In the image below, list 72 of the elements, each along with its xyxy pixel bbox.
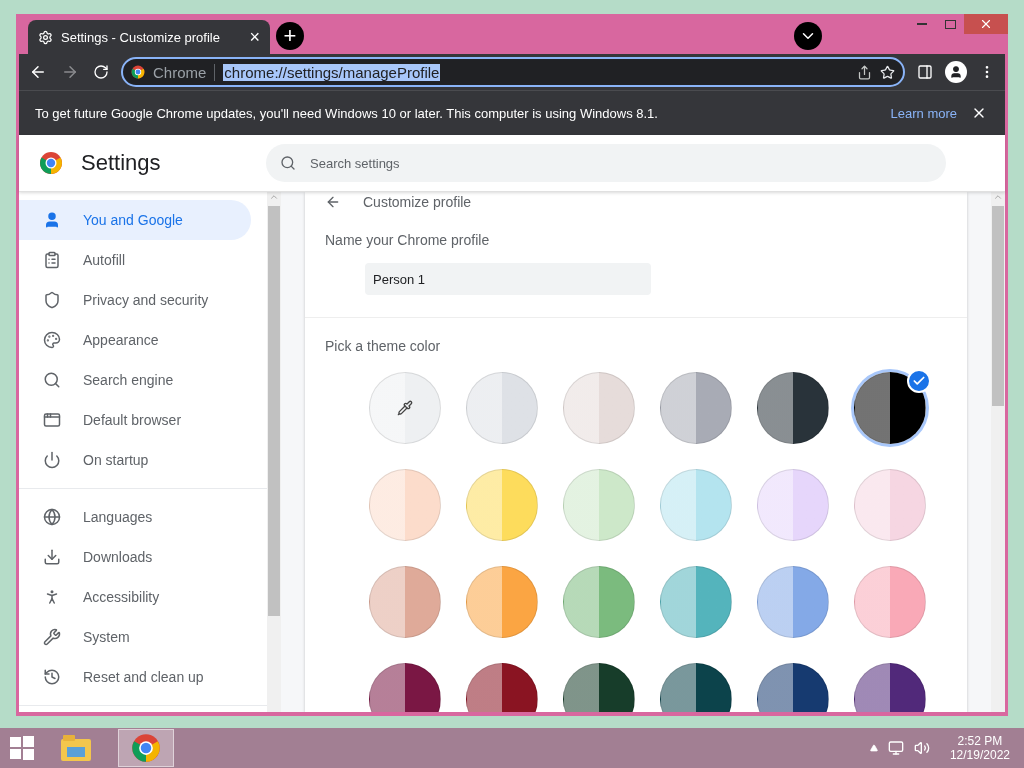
browser-tab[interactable]: Settings - Customize profile × [28,20,270,54]
back-arrow-icon [325,194,341,210]
person-icon [949,65,963,79]
sidebar-item[interactable]: Reset and clean up [19,657,251,697]
clipboard-icon [43,251,61,269]
globe-icon [43,508,61,526]
sidebar-item[interactable]: On startup [19,440,251,480]
minimize-icon [917,23,927,25]
settings-title: Settings [81,150,162,176]
clock-time: 2:52 PM [957,734,1003,748]
new-tab-button[interactable]: + [276,22,304,50]
start-icon[interactable] [10,736,34,760]
address-chip: Chrome [153,63,216,81]
sidebar-item[interactable]: Default browser [19,400,251,440]
sidebar-scrollbar[interactable] [267,192,281,712]
eyedropper-icon [397,400,413,416]
sidebar-item[interactable]: Search engine [19,360,251,400]
profile-name-field[interactable]: Person 1 [365,263,651,295]
chrome-icon [131,733,161,763]
forward-arrow-icon [61,63,79,81]
person-icon [43,211,61,229]
sidebar-item[interactable]: Languages [19,497,251,537]
browser-window-icon [43,411,61,429]
bookmark-star-icon[interactable] [880,64,895,80]
tab-title: Settings - Customize profile [61,29,221,45]
tab-search-button[interactable] [794,22,822,50]
sidebar-item[interactable]: Downloads [19,537,251,577]
shield-icon [43,291,61,309]
close-icon [979,17,993,31]
tab-close-button[interactable]: × [249,26,260,48]
search-icon [43,371,61,389]
sidebar-item[interactable]: Accessibility [19,577,251,617]
volume-icon[interactable] [913,740,930,756]
power-icon [43,451,61,469]
tray-caret-icon[interactable] [869,744,878,752]
field-label: Name your Chrome profile [325,232,491,248]
search-field[interactable]: Search settings [266,144,946,182]
url-text: chrome://settings/manageProfile [223,63,441,81]
side-panel-icon [917,64,933,80]
maximize-icon [944,19,956,29]
side-panel-button[interactable] [915,62,935,82]
network-icon[interactable] [887,740,904,756]
gear-icon [38,29,53,45]
page-scrollbar[interactable] [991,192,1005,712]
profile-avatar[interactable] [945,61,967,83]
clock-date: 12/19/2022 [949,748,1010,762]
reload-icon [93,64,109,80]
site-icon [131,65,145,79]
page-title: Customize profile [363,194,472,210]
sidebar-item[interactable]: Appearance [19,320,251,360]
download-icon [43,548,61,566]
address-bar[interactable]: Chrome chrome://settings/manageProfile [121,57,905,87]
close-button[interactable] [964,14,1008,34]
history-icon [43,668,61,686]
palette-icon [43,331,61,349]
sidebar-item[interactable]: Privacy and security [19,280,251,320]
section-label: Pick a theme color [325,338,442,354]
chrome-taskbar-button[interactable] [118,729,174,767]
sidebar-item[interactable]: Autofill [19,240,251,280]
share-icon[interactable] [857,64,872,80]
learn-more-link[interactable]: Learn more [890,105,957,121]
folder-icon [61,735,91,761]
wrench-icon [43,628,61,646]
reload-button[interactable] [91,62,111,82]
sidebar-item[interactable]: System [19,617,251,657]
scroll-up-icon [993,192,1003,202]
sidebar-item[interactable]: You and Google [19,200,251,240]
update-message: To get future Google Chrome updates, you'll need Windows 10 or later. This computer is using Windows 8.1. [35,105,659,121]
scroll-up-icon [269,192,279,202]
search-icon [280,155,296,171]
chrome-logo-icon [39,151,63,175]
check-badge-icon [907,369,931,393]
